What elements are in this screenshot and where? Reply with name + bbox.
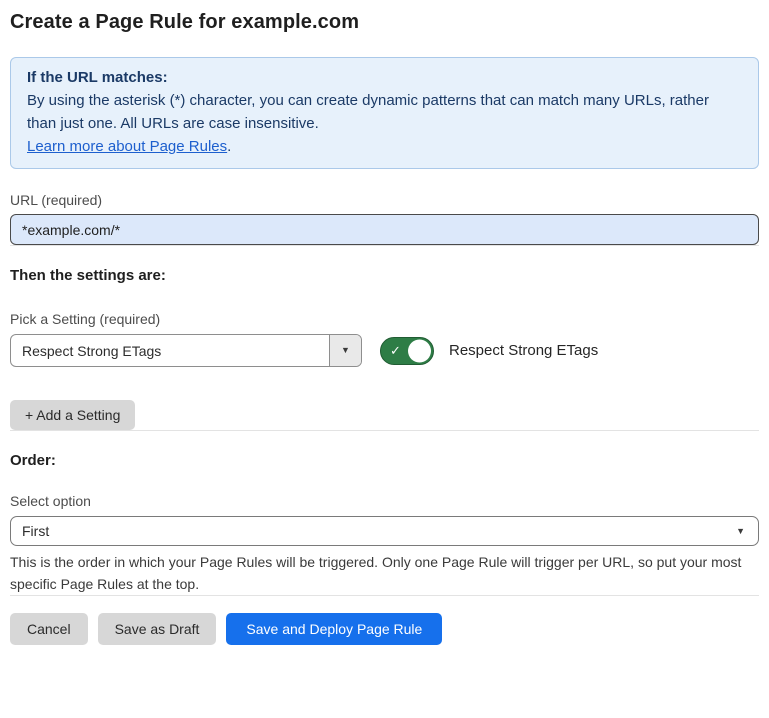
settings-heading: Then the settings are: xyxy=(10,267,759,285)
setting-row: Respect Strong ETags ▼ ✓ Respect Strong … xyxy=(10,334,759,367)
section-divider xyxy=(10,245,759,246)
cancel-button[interactable]: Cancel xyxy=(10,613,88,645)
toggle-label: Respect Strong ETags xyxy=(449,342,598,359)
chevron-down-icon: ▼ xyxy=(341,346,350,355)
add-setting-button[interactable]: + Add a Setting xyxy=(10,400,135,430)
link-suffix: . xyxy=(227,138,231,155)
url-input[interactable] xyxy=(10,214,759,245)
info-box-link-line: Learn more about Page Rules. xyxy=(27,135,742,158)
order-select-value: First xyxy=(22,523,49,539)
learn-more-link[interactable]: Learn more about Page Rules xyxy=(27,138,227,155)
create-page-rule-form: Create a Page Rule for example.com If th… xyxy=(0,0,769,718)
url-match-info-box: If the URL matches: By using the asteris… xyxy=(10,57,759,169)
chevron-down-icon: ▼ xyxy=(736,527,745,536)
setting-dropdown-arrow-button[interactable]: ▼ xyxy=(329,335,361,366)
order-help-text: This is the order in which your Page Rul… xyxy=(10,551,759,595)
setting-dropdown-value: Respect Strong ETags xyxy=(11,343,161,359)
info-box-body: By using the asterisk (*) character, you… xyxy=(27,89,742,135)
footer-actions: Cancel Save as Draft Save and Deploy Pag… xyxy=(10,613,759,645)
save-draft-button[interactable]: Save as Draft xyxy=(98,613,217,645)
section-divider xyxy=(10,430,759,431)
check-icon: ✓ xyxy=(390,344,401,357)
order-heading: Order: xyxy=(10,452,759,470)
url-label: URL (required) xyxy=(10,192,759,208)
order-select[interactable]: First ▼ xyxy=(10,516,759,546)
page-title: Create a Page Rule for example.com xyxy=(10,10,759,34)
save-deploy-button[interactable]: Save and Deploy Page Rule xyxy=(226,613,442,645)
setting-dropdown[interactable]: Respect Strong ETags ▼ xyxy=(10,334,362,367)
select-option-label: Select option xyxy=(10,493,759,509)
pick-setting-label: Pick a Setting (required) xyxy=(10,311,759,327)
etags-toggle[interactable]: ✓ xyxy=(380,337,434,365)
info-box-heading: If the URL matches: xyxy=(27,66,742,89)
toggle-knob xyxy=(408,339,431,362)
section-divider xyxy=(10,595,759,596)
